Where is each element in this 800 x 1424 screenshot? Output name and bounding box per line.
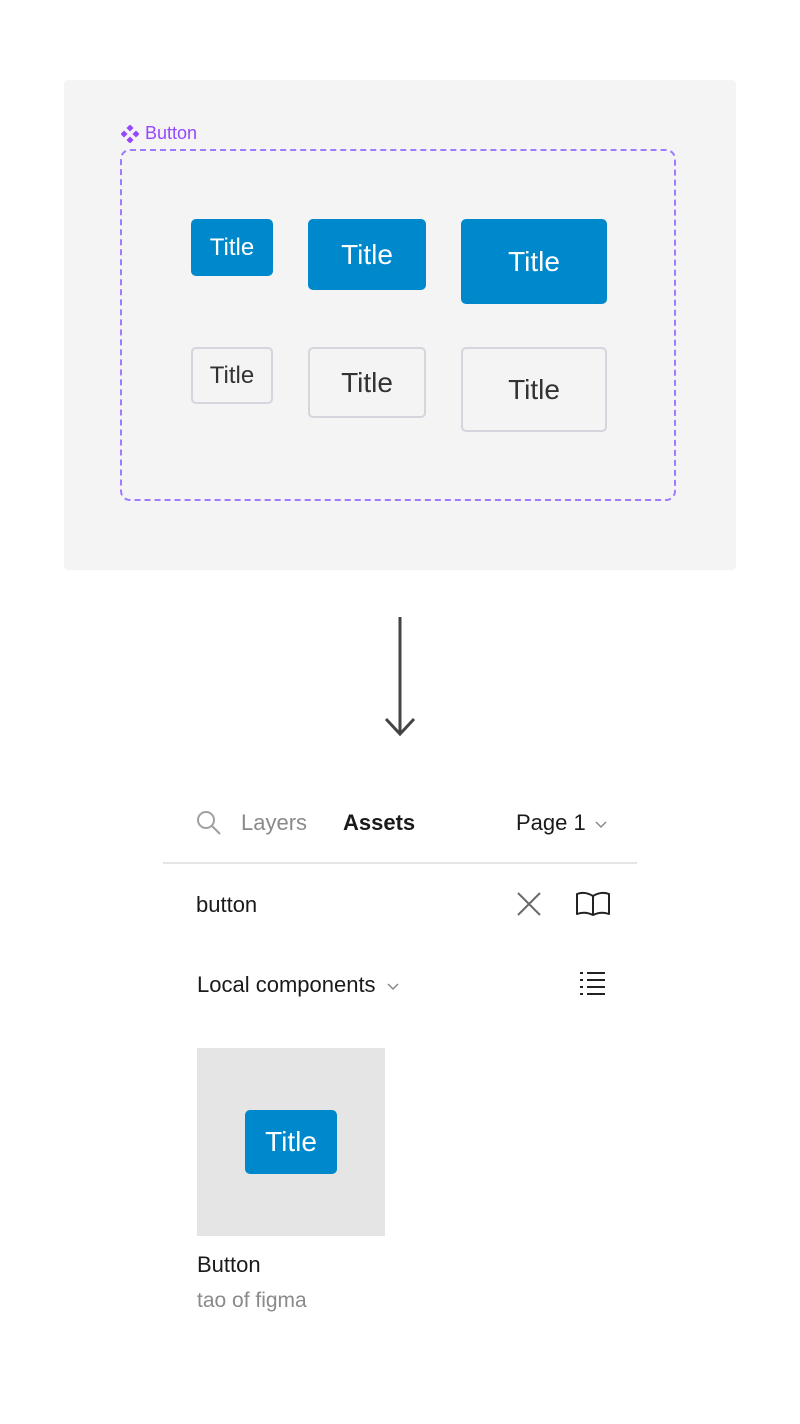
library-filter-select[interactable]: Local components	[197, 971, 400, 999]
list-view-icon[interactable]	[579, 970, 607, 1003]
button-variant-secondary-medium[interactable]: Title	[308, 347, 426, 418]
button-label: Title	[341, 366, 393, 398]
page-name: Page 1	[516, 810, 586, 835]
page-select[interactable]: Page 1	[516, 809, 608, 837]
down-arrow-icon	[384, 615, 416, 744]
button-label: Title	[265, 1126, 317, 1157]
button-variant-secondary-large[interactable]: Title	[461, 347, 607, 432]
button-variant-primary-large[interactable]: Title	[461, 219, 607, 304]
asset-name[interactable]: Button	[197, 1251, 261, 1279]
button-label: Title	[508, 245, 560, 277]
library-filter-label: Local components	[197, 972, 376, 997]
component-set-label[interactable]: Button	[121, 123, 197, 144]
asset-preview-button: Title	[245, 1110, 337, 1174]
tab-layers[interactable]: Layers	[241, 809, 307, 837]
button-variant-primary-small[interactable]: Title	[191, 219, 273, 276]
chevron-down-icon	[594, 809, 608, 837]
button-label: Title	[341, 238, 393, 270]
component-icon	[121, 124, 139, 143]
variant-set-frame[interactable]	[120, 149, 676, 501]
chevron-down-icon	[386, 971, 400, 999]
button-label: Title	[209, 233, 255, 261]
tab-assets[interactable]: Assets	[343, 809, 415, 837]
asset-library-name: tao of figma	[197, 1289, 307, 1312]
component-name: Button	[145, 123, 198, 143]
book-icon[interactable]	[575, 891, 611, 922]
search-icon[interactable]	[196, 810, 222, 841]
search-input[interactable]: button	[196, 891, 257, 919]
button-label: Title	[508, 373, 560, 405]
button-variant-primary-medium[interactable]: Title	[308, 219, 426, 290]
button-label: Title	[209, 361, 255, 389]
panel-divider	[163, 862, 637, 864]
close-icon[interactable]	[516, 891, 542, 922]
button-variant-secondary-small[interactable]: Title	[191, 347, 273, 404]
